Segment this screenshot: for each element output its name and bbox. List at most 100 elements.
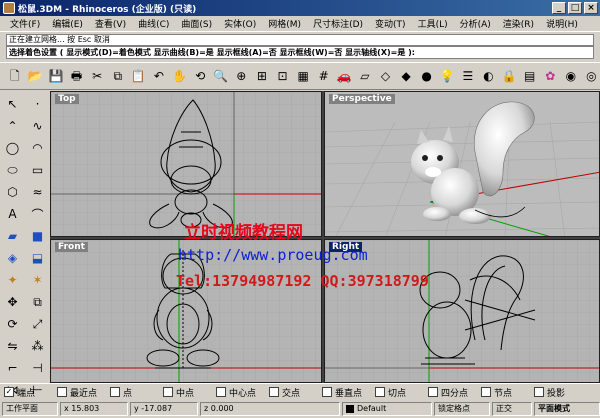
menu-tools[interactable]: 工具(L) (412, 17, 454, 30)
layers-icon[interactable]: ▤ (521, 66, 539, 86)
shaded-icon[interactable]: ◆ (397, 66, 415, 86)
free-curve-icon[interactable]: ≈ (25, 181, 50, 203)
status-planar[interactable]: 平面模式 (534, 402, 600, 416)
menu-edit[interactable]: 编辑(E) (46, 17, 89, 30)
cut-icon[interactable]: ✂ (88, 66, 106, 86)
osnap-quadrant[interactable]: 四分点 (428, 386, 481, 399)
menu-view[interactable]: 查看(V) (89, 17, 132, 30)
status-ortho[interactable]: 正交 (492, 402, 532, 416)
mirror-icon[interactable]: ⇋ (0, 335, 25, 357)
arc-icon[interactable]: ◠ (25, 137, 50, 159)
osnap-checkbox[interactable] (375, 387, 385, 397)
surface-icon[interactable]: ▰ (0, 225, 25, 247)
rotate-view-icon[interactable]: ⟲ (191, 66, 209, 86)
osnap-project[interactable]: 投影 (534, 386, 587, 399)
osnap-checkbox[interactable] (110, 387, 120, 397)
zoom-icon[interactable]: 🔍 (212, 66, 230, 86)
lock-icon[interactable]: 🔒 (500, 66, 518, 86)
osnap-checkbox[interactable] (322, 387, 332, 397)
menu-file[interactable]: 文件(F) (4, 17, 46, 30)
copy-object-icon[interactable]: ⧉ (25, 291, 50, 313)
menu-help[interactable]: 说明(H) (540, 17, 584, 30)
osnap-perpendicular[interactable]: 垂直点 (322, 386, 375, 399)
viewport-perspective[interactable]: Perspective (324, 91, 600, 237)
paste-icon[interactable]: 📋 (130, 66, 148, 86)
status-grid-snap[interactable]: 锁定格点 (434, 402, 490, 416)
zoom-selected-icon[interactable]: ⊡ (274, 66, 292, 86)
pan-icon[interactable]: ✋ (171, 66, 189, 86)
osnap-checkbox[interactable] (216, 387, 226, 397)
move-icon[interactable]: ✥ (0, 291, 25, 313)
point-icon[interactable]: · (25, 93, 50, 115)
text-icon[interactable]: A (0, 203, 25, 225)
open-folder-icon[interactable]: 📂 (27, 66, 45, 86)
osnap-checkbox[interactable] (428, 387, 438, 397)
mesh-icon[interactable]: ◈ (0, 247, 25, 269)
osnap-checkbox[interactable] (269, 387, 279, 397)
solid-box-icon[interactable]: ■ (25, 225, 50, 247)
print-icon[interactable]: 🖶 (68, 66, 86, 86)
curve-icon[interactable]: ∿ (25, 115, 50, 137)
render-sphere-icon[interactable]: ◉ (562, 66, 580, 86)
osnap-tangent[interactable]: 切点 (375, 386, 428, 399)
rotate-icon[interactable]: ⟳ (0, 313, 25, 335)
cplane-icon[interactable]: ▱ (356, 66, 374, 86)
fillet-icon[interactable]: ⌒ (25, 203, 50, 225)
ellipse-icon[interactable]: ⬭ (0, 159, 25, 181)
copy-icon[interactable]: ⧉ (109, 66, 127, 86)
menu-surface[interactable]: 曲面(S) (175, 17, 218, 30)
menu-solid[interactable]: 实体(O) (218, 17, 262, 30)
viewport-label-front[interactable]: Front (55, 242, 88, 252)
minimize-button[interactable]: _ (552, 2, 566, 14)
osnap-checkbox[interactable] (481, 387, 491, 397)
osnap-checkbox[interactable] (57, 387, 67, 397)
maximize-button[interactable]: □ (568, 2, 582, 14)
osnap-checkbox[interactable]: ✓ (4, 387, 14, 397)
extrude-icon[interactable]: ⬓ (25, 247, 50, 269)
polygon-icon[interactable]: ⬡ (0, 181, 25, 203)
viewport-top[interactable]: Top (50, 91, 322, 237)
circle-icon[interactable]: ◯ (0, 137, 25, 159)
grid-icon[interactable]: # (315, 66, 333, 86)
osnap-point[interactable]: 点 (110, 386, 163, 399)
command-prompt[interactable]: 选择着色设置 ( 显示模式(D)=着色模式 显示曲线(B)=是 显示框线(A)=… (6, 46, 594, 59)
menu-mesh[interactable]: 网格(M) (262, 17, 307, 30)
four-views-icon[interactable]: ▦ (294, 66, 312, 86)
osnap-center[interactable]: 中心点 (216, 386, 269, 399)
menu-render[interactable]: 渲染(R) (497, 17, 540, 30)
object-properties-icon[interactable]: ☰ (459, 66, 477, 86)
select-arrow-icon[interactable]: ↖ (0, 93, 25, 115)
osnap-checkbox[interactable] (163, 387, 173, 397)
menu-dimension[interactable]: 尺寸标注(D) (307, 17, 369, 30)
osnap-mid[interactable]: 中点 (163, 386, 216, 399)
split-icon[interactable]: ⊣ (25, 357, 50, 379)
hide-icon[interactable]: ◐ (480, 66, 498, 86)
zoom-window-icon[interactable]: ⊕ (233, 66, 251, 86)
color-wheel-icon[interactable]: ✿ (541, 66, 559, 86)
rectangle-icon[interactable]: ▭ (25, 159, 50, 181)
menu-analyze[interactable]: 分析(A) (454, 17, 497, 30)
car-icon[interactable]: 🚗 (336, 66, 354, 86)
light-bulb-icon[interactable]: 💡 (438, 66, 456, 86)
undo-icon[interactable]: ↶ (150, 66, 168, 86)
menu-curve[interactable]: 曲线(C) (132, 17, 175, 30)
close-button[interactable]: × (584, 2, 598, 14)
polyline-icon[interactable]: ⌃ (0, 115, 25, 137)
boolean-icon[interactable]: ✦ (0, 269, 25, 291)
trim-icon[interactable]: ⌐ (0, 357, 25, 379)
menu-transform[interactable]: 变动(T) (369, 17, 412, 30)
osnap-checkbox[interactable] (534, 387, 544, 397)
new-file-icon[interactable]: 🗋 (6, 66, 24, 86)
sphere-icon[interactable]: ● (418, 66, 436, 86)
status-layer[interactable]: Default (342, 402, 432, 416)
osnap-knot[interactable]: 节点 (481, 386, 534, 399)
scale-icon[interactable]: ⤢ (25, 313, 50, 335)
render-preview-icon[interactable]: ◎ (583, 66, 600, 86)
status-cplane[interactable]: 工作平面 (2, 402, 58, 416)
viewport-label-top[interactable]: Top (55, 94, 79, 104)
array-icon[interactable]: ⁂ (25, 335, 50, 357)
osnap-near[interactable]: 最近点 (57, 386, 110, 399)
osnap-end[interactable]: ✓ 端点 (4, 386, 57, 399)
osnap-intersection[interactable]: 交点 (269, 386, 322, 399)
wireframe-icon[interactable]: ◇ (377, 66, 395, 86)
